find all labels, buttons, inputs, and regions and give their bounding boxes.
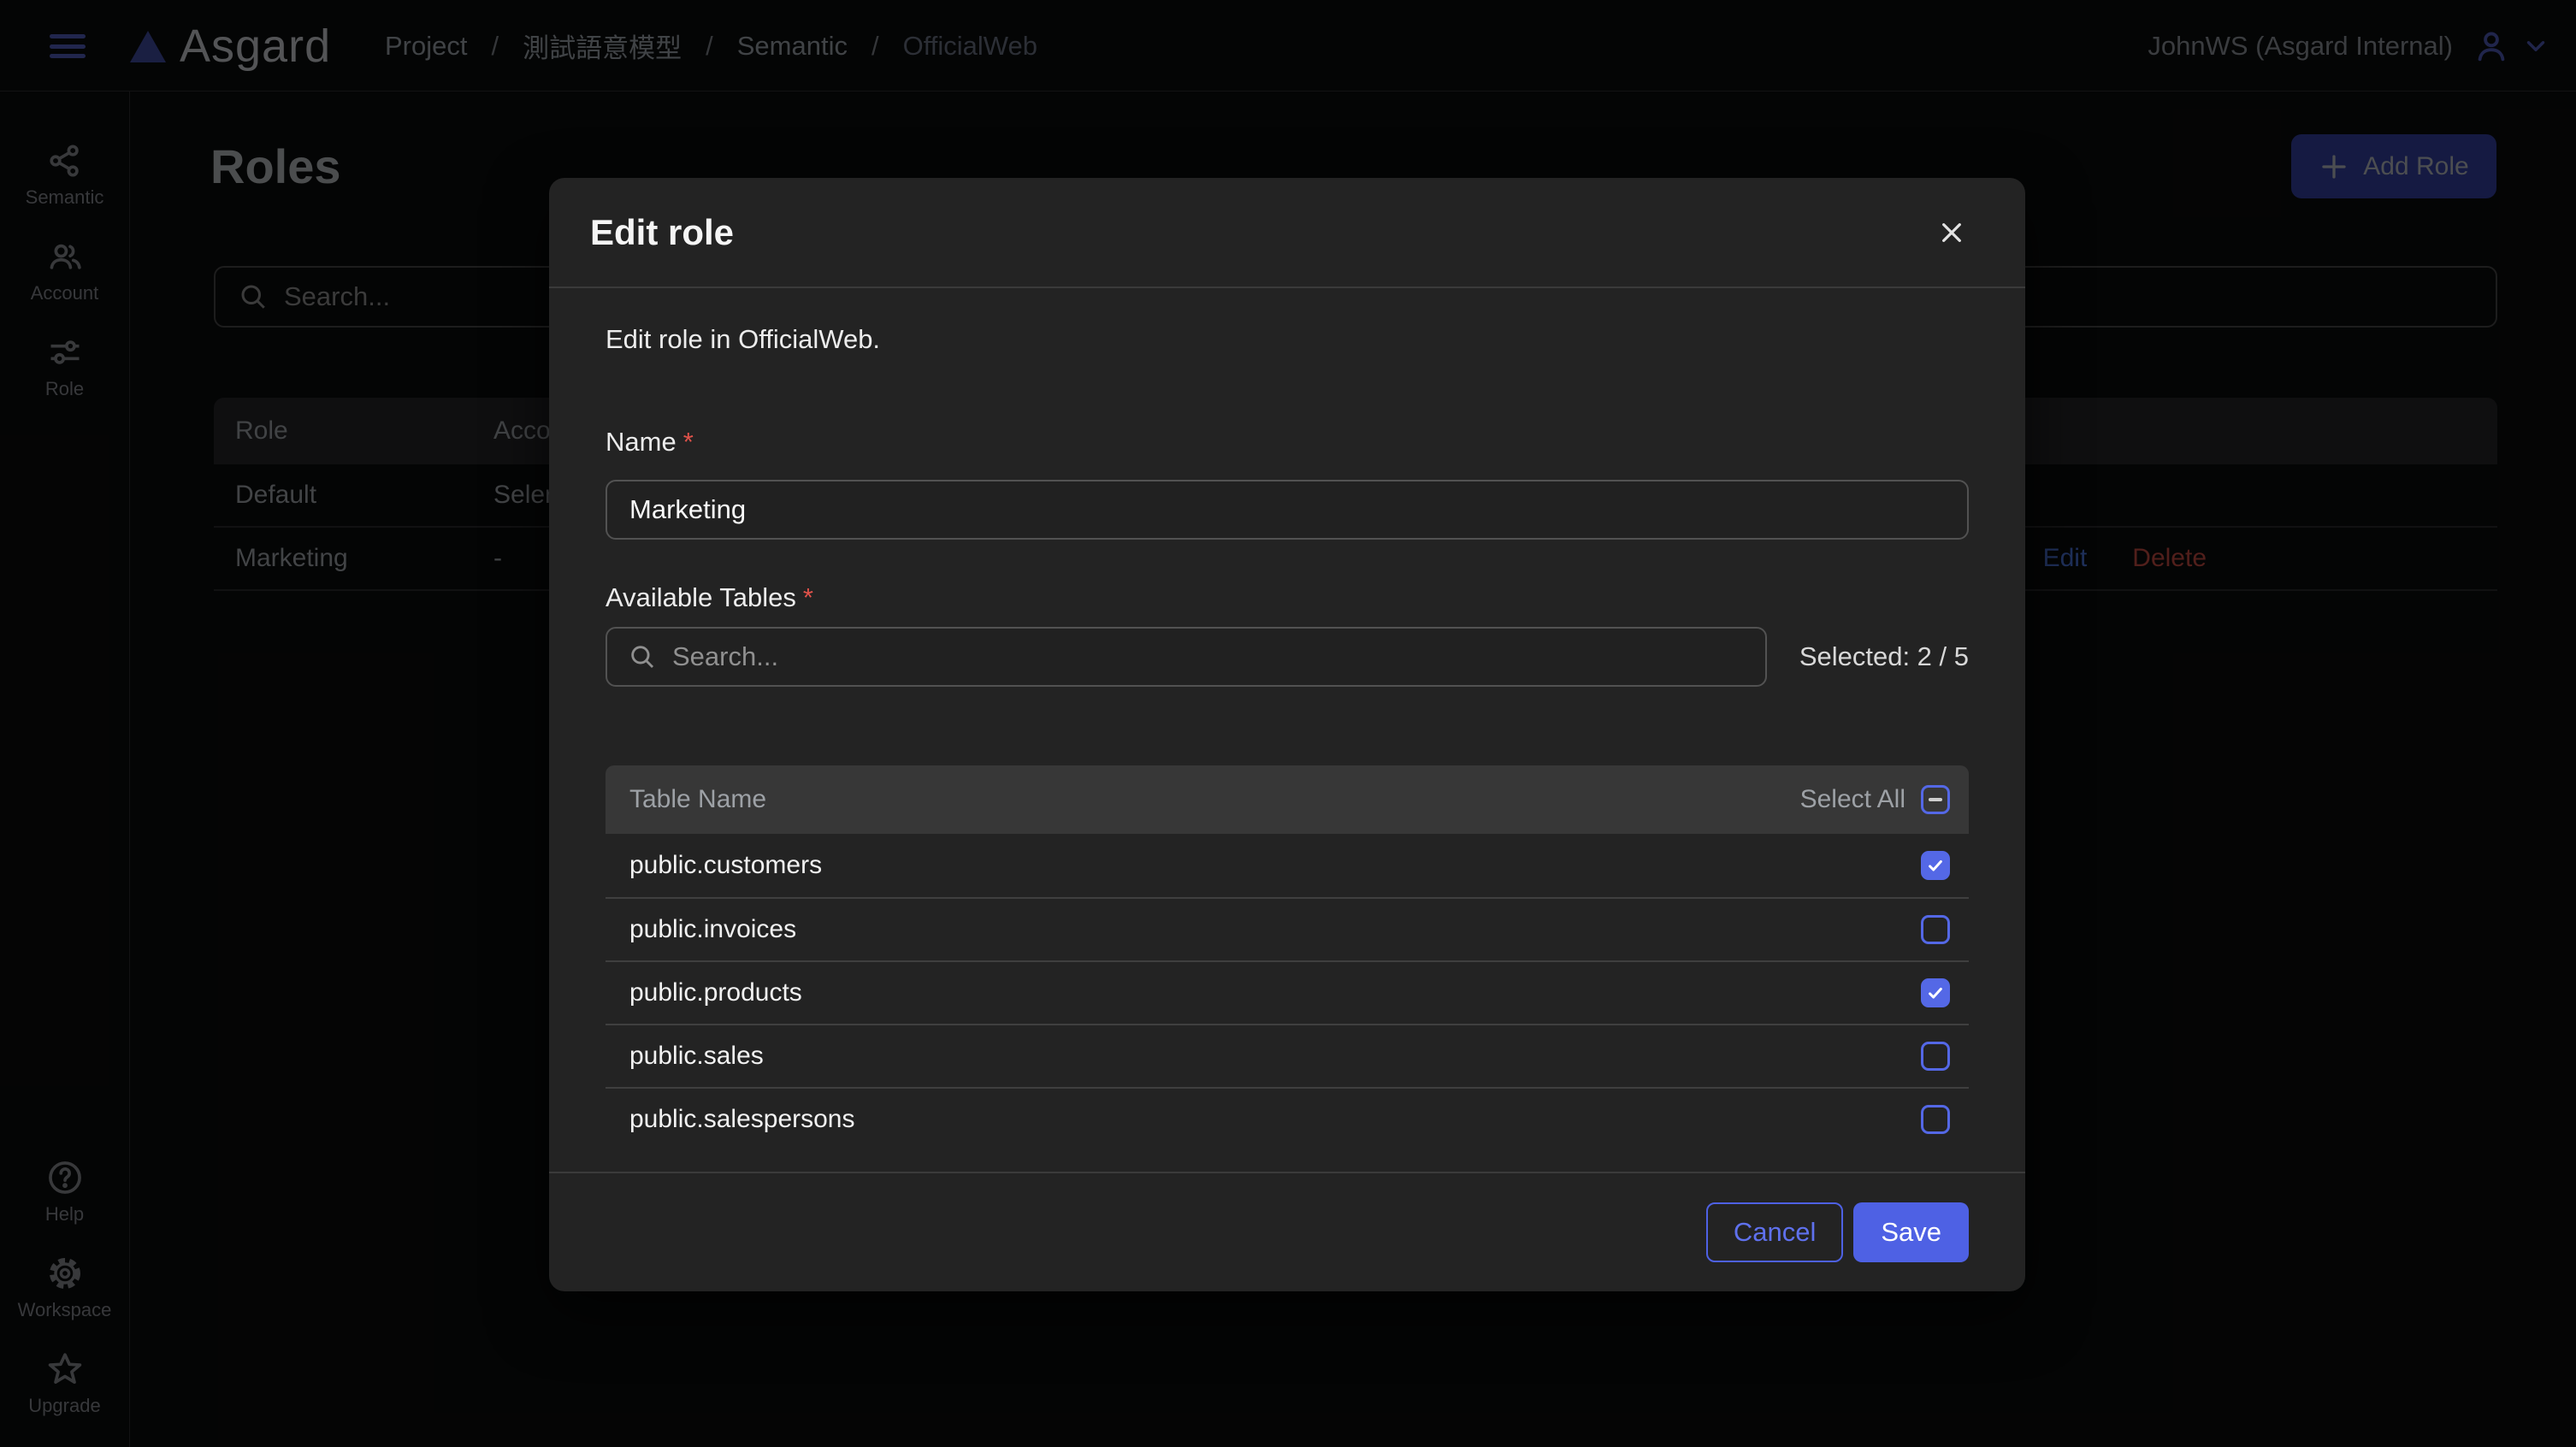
required-mark: * [803,582,813,612]
table-name: public.salespersons [629,1105,854,1134]
selected-count: Selected: 2 / 5 [1767,641,1969,672]
modal-title: Edit role [590,212,734,253]
table-row: public.products [606,960,1969,1024]
row-checkbox-unchecked[interactable] [1921,915,1950,944]
modal-description: Edit role in OfficialWeb. [606,324,1969,355]
tables-search-input[interactable]: Search... [606,627,1767,687]
screen: Asgard Project / 測試語意模型 / Semantic / Off… [0,0,2576,1447]
cancel-button[interactable]: Cancel [1706,1202,1844,1262]
table-name: public.products [629,978,802,1007]
name-input[interactable]: Marketing [606,480,1969,540]
table-row: public.customers [606,834,1969,897]
row-checkbox-unchecked[interactable] [1921,1105,1950,1134]
row-checkbox-unchecked[interactable] [1921,1042,1950,1071]
available-tables-label: Available Tables* [606,582,1969,613]
close-icon[interactable] [1933,214,1970,251]
table-name: public.invoices [629,915,796,944]
required-mark: * [683,427,694,457]
name-input-value: Marketing [629,494,746,525]
indeterminate-mark [1929,798,1942,801]
table-name: public.sales [629,1042,764,1071]
modal-footer: Cancel Save [549,1172,2025,1291]
save-button[interactable]: Save [1853,1202,1969,1262]
row-checkbox-checked[interactable] [1921,978,1950,1007]
select-all-label: Select All [1800,785,1905,814]
edit-role-modal: Edit role Edit role in OfficialWeb. Name… [549,178,2025,1291]
tables-list: Table Name Select All public.customers p… [606,765,1969,1150]
table-row: public.salespersons [606,1087,1969,1150]
modal-header: Edit role [549,178,2025,288]
select-all-checkbox[interactable] [1921,785,1950,814]
table-row: public.invoices [606,897,1969,960]
search-icon [628,642,657,671]
table-name: public.customers [629,851,822,880]
table-row: public.sales [606,1024,1969,1087]
name-label: Name* [606,427,1969,458]
table-name-column: Table Name [629,785,766,814]
tables-list-header: Table Name Select All [606,765,1969,834]
search-placeholder: Search... [672,641,778,672]
row-checkbox-checked[interactable] [1921,851,1950,880]
